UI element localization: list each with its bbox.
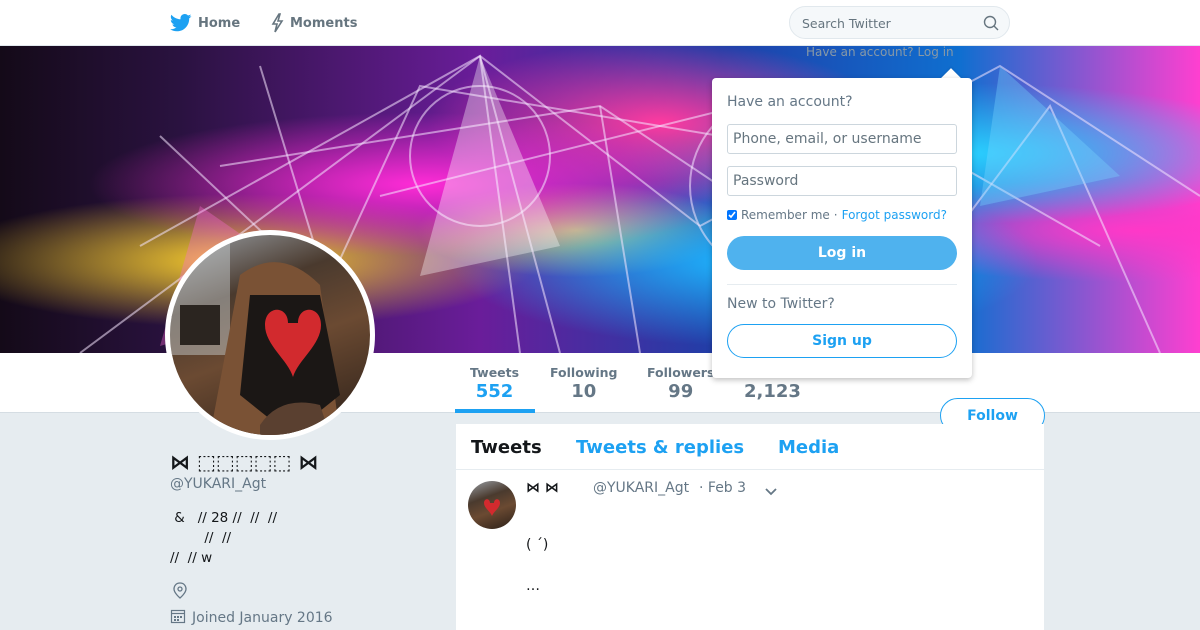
- calendar-icon: [170, 608, 186, 628]
- forgot-password-link[interactable]: Forgot password?: [842, 208, 947, 222]
- nav-moments-label: Moments: [290, 15, 358, 31]
- profile-avatar[interactable]: [165, 230, 375, 440]
- tweet-text-line: …: [526, 578, 540, 594]
- nav-home[interactable]: Home: [170, 0, 240, 46]
- stat-following[interactable]: Following 10: [550, 365, 617, 402]
- timeline-tabs: Tweets Tweets & replies Media: [456, 424, 1044, 470]
- twitter-bird-icon: [170, 14, 192, 32]
- separator-dot: ·: [833, 208, 838, 222]
- username-field[interactable]: [727, 124, 957, 154]
- stat-tweets-value: 552: [475, 381, 514, 402]
- remember-label[interactable]: Remember me: [741, 208, 830, 222]
- location-icon: [172, 582, 188, 604]
- stat-following-label: Following: [550, 365, 618, 380]
- popup-divider: [727, 284, 957, 285]
- tab-tweets-replies[interactable]: Tweets & replies: [576, 437, 744, 458]
- signup-button[interactable]: Sign up: [727, 324, 957, 358]
- top-nav: Home Moments: [0, 0, 1200, 46]
- stat-tweets-label: Tweets: [470, 365, 520, 380]
- stat-followers-label: Followers: [647, 365, 715, 380]
- tweet-text-line: ( ´): [526, 537, 549, 553]
- profile-bio: & // 28 // // // // // // // w: [170, 510, 278, 566]
- login-popup: Have an account? Remember me · Forgot pa…: [712, 78, 972, 378]
- joined-label: Joined January 2016: [192, 610, 333, 626]
- tweet-timestamp[interactable]: · Feb 3: [699, 480, 746, 496]
- stat-likes-value: 2,123: [744, 381, 801, 402]
- tab-media[interactable]: Media: [778, 437, 839, 458]
- login-heading: Have an account?: [727, 94, 853, 110]
- profile-handle[interactable]: @YUKARI_Agt: [170, 476, 266, 492]
- tweet-author-name[interactable]: ⋈ ⋈: [526, 480, 559, 496]
- remember-checkbox[interactable]: [727, 210, 737, 220]
- lightning-icon: [270, 13, 284, 33]
- login-button[interactable]: Log in: [727, 236, 957, 270]
- stat-followers-value: 99: [668, 381, 694, 402]
- password-field[interactable]: [727, 166, 957, 196]
- tab-tweets[interactable]: Tweets: [471, 437, 542, 458]
- search-icon[interactable]: [983, 15, 999, 35]
- search-input[interactable]: [802, 15, 972, 31]
- stat-followers[interactable]: Followers 99: [647, 365, 714, 402]
- tweet-author-handle[interactable]: @YUKARI_Agt: [593, 480, 689, 496]
- display-name: ⋈ ⬚⬚⬚⬚⬚ ⋈: [170, 450, 319, 474]
- nav-moments[interactable]: Moments: [270, 0, 357, 46]
- timeline: Tweets Tweets & replies Media ⋈ ⋈ @YUKAR…: [456, 424, 1044, 630]
- joined-date: Joined January 2016: [170, 608, 333, 628]
- remember-row: Remember me · Forgot password?: [727, 208, 947, 222]
- tweet-avatar[interactable]: [468, 481, 516, 529]
- active-stat-underline: [455, 409, 535, 413]
- login-dropdown-link[interactable]: Have an account? Log in: [806, 45, 954, 59]
- stat-following-value: 10: [571, 381, 597, 402]
- chevron-down-icon[interactable]: [764, 482, 778, 501]
- new-to-twitter-heading: New to Twitter?: [727, 296, 835, 312]
- nav-home-label: Home: [198, 15, 241, 31]
- search-box: [789, 6, 1010, 39]
- stat-tweets[interactable]: Tweets 552: [470, 365, 519, 402]
